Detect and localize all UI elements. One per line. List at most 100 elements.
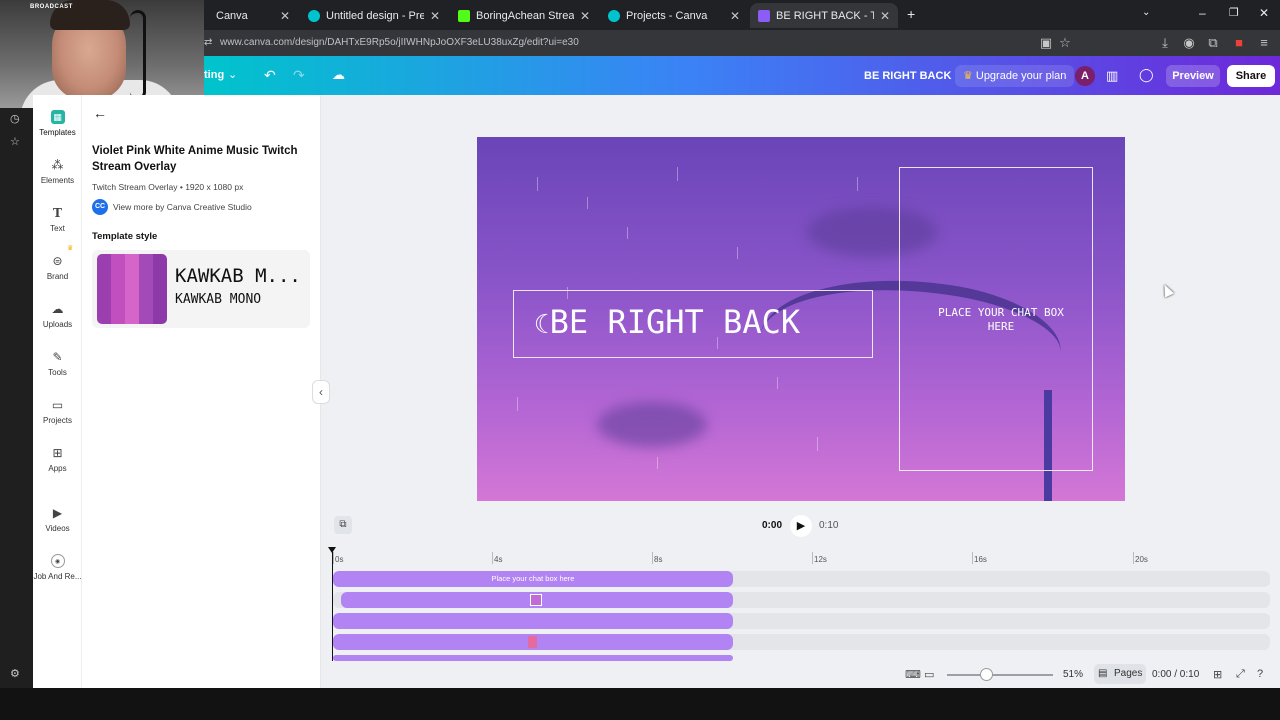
undo-icon[interactable]: ↶	[264, 67, 276, 84]
extensions-icon[interactable]: ⧉	[1205, 35, 1221, 51]
cloud-saved-icon[interactable]: ☁	[332, 67, 345, 83]
tab-projects[interactable]: Projects - Canva ✕	[600, 3, 748, 28]
nav-job-and-re[interactable]: ◉ Job And Re...	[33, 554, 82, 581]
nav-label: Apps	[48, 464, 67, 473]
extension-badge-icon[interactable]: ■	[1231, 35, 1247, 51]
minimize-icon[interactable]: –	[1199, 6, 1206, 20]
tab-untitled-design[interactable]: Untitled design - Presentation ✕	[300, 3, 448, 28]
tab-canva[interactable]: Canva ✕	[190, 3, 298, 28]
palette-stripe	[125, 254, 139, 324]
screen: Canva ✕ Untitled design - Presentation ✕…	[0, 0, 1280, 720]
settings-gear-icon[interactable]: ⚙	[10, 667, 20, 680]
headline-text[interactable]: ☾BE RIGHT BACK	[534, 303, 800, 341]
total-time: 0:10	[819, 520, 839, 531]
tick-label: 12s	[814, 555, 827, 564]
pages-icon: ▤	[1098, 668, 1108, 679]
insights-chart-icon[interactable]: ▥	[1106, 68, 1118, 84]
canva-icon	[608, 9, 620, 22]
nav-projects[interactable]: ▭ Projects	[33, 398, 82, 425]
apps-grid-icon: ⊞	[52, 446, 63, 460]
close-icon[interactable]: ✕	[580, 9, 590, 23]
collapse-panel-button[interactable]: ‹	[312, 380, 330, 404]
zoom-slider[interactable]	[947, 674, 1053, 676]
comment-icon[interactable]: ◯	[1139, 67, 1154, 83]
tick-line	[812, 552, 813, 564]
nav-uploads[interactable]: ☁ Uploads	[33, 302, 82, 329]
font-preview-main: KAWKAB M...	[175, 265, 301, 287]
chat-box-placeholder[interactable]: PLACE YOUR CHAT BOX HERE	[930, 306, 1072, 334]
tick-line	[652, 552, 653, 564]
fullscreen-icon[interactable]: ⤢	[1236, 668, 1245, 681]
tab-be-right-back[interactable]: BE RIGHT BACK - Twitch Stream ✕	[750, 3, 898, 28]
playhead-marker-icon[interactable]	[328, 547, 336, 553]
tab-search-icon[interactable]: ⌄	[1142, 7, 1150, 18]
bookmark-star-icon[interactable]: ☆	[1057, 35, 1073, 51]
favorites-star-icon[interactable]: ☆	[10, 135, 20, 148]
nav-label: Uploads	[42, 320, 73, 329]
tab-kick-stream[interactable]: BoringAchean Stream - Kick Da ✕	[450, 3, 598, 28]
design-title[interactable]: BE RIGHT BACK	[864, 70, 951, 82]
nav-text[interactable]: T Text	[33, 206, 82, 233]
rain-drop	[627, 227, 628, 239]
avatar[interactable]: A	[1075, 66, 1095, 86]
menu-icon[interactable]: ≡	[1256, 35, 1272, 51]
nav-videos[interactable]: ▶ Videos	[33, 506, 82, 533]
tab-label: Untitled design - Presentation	[326, 9, 424, 22]
play-icon: ▶	[796, 520, 806, 532]
restore-icon[interactable]: ❐	[1229, 6, 1239, 19]
nav-elements[interactable]: ⁂ Elements	[33, 158, 82, 185]
close-icon[interactable]: ✕	[730, 9, 740, 23]
close-icon[interactable]: ✕	[880, 9, 890, 23]
close-icon[interactable]: ✕	[280, 9, 290, 23]
palette-stripe	[111, 254, 125, 324]
window-close-icon[interactable]: ✕	[1259, 6, 1269, 20]
install-app-icon[interactable]: ▣	[1038, 35, 1054, 51]
share-button[interactable]: Share	[1227, 65, 1275, 87]
os-taskbar	[0, 688, 1280, 720]
palette-stripe	[97, 254, 111, 324]
chevron-down-icon[interactable]: ⌄	[228, 68, 237, 81]
templates-icon: ▦	[50, 110, 65, 124]
nav-templates[interactable]: ▦ Templates	[33, 110, 82, 137]
broadcast-logo: BROADCAST	[30, 4, 73, 10]
tick-label: 0s	[335, 555, 344, 564]
text-icon: T	[53, 206, 62, 220]
grid-view-icon[interactable]: ⊞	[1213, 668, 1222, 681]
palette-stripe	[139, 254, 153, 324]
nav-tools[interactable]: ✎ Tools	[33, 350, 82, 377]
close-icon[interactable]: ✕	[430, 9, 440, 23]
duration-toggle-icon[interactable]: ▭	[924, 668, 934, 681]
site-info-icon[interactable]: ⇄	[204, 37, 212, 48]
creator-link[interactable]: View more by Canva Creative Studio	[113, 202, 252, 212]
timeline-toggle-icon[interactable]: ⧉	[334, 516, 352, 534]
url-field[interactable]: www.canva.com/design/DAHTxE9Rp5o/jIIWHNp…	[220, 37, 579, 48]
history-icon[interactable]: ◷	[10, 112, 20, 125]
headset	[130, 10, 146, 100]
help-icon[interactable]: ?	[1257, 668, 1263, 680]
timeline-clip[interactable]	[333, 613, 733, 629]
pages-button[interactable]: ▤ Pages	[1094, 664, 1146, 684]
download-icon[interactable]: ⤓	[1157, 35, 1173, 51]
playhead[interactable]	[332, 549, 333, 661]
nav-label: Templates	[39, 128, 76, 137]
template-title: Violet Pink White Anime Music Twitch Str…	[92, 145, 298, 173]
preview-button[interactable]: Preview	[1166, 65, 1220, 87]
profile-icon[interactable]: ◉	[1181, 35, 1197, 51]
zoom-level[interactable]: 51%	[1063, 669, 1083, 680]
nav-label: Job And Re...	[33, 572, 82, 581]
crown-icon: ♛	[67, 245, 74, 252]
upgrade-button[interactable]: ♛ Upgrade your plan	[955, 65, 1075, 87]
rain-drop	[657, 457, 658, 469]
play-button[interactable]: ▶	[790, 515, 812, 537]
canva-header	[204, 56, 1280, 95]
notes-icon[interactable]: ⌨	[905, 668, 921, 681]
nav-apps[interactable]: ⊞ Apps	[33, 446, 82, 473]
tick-label: 8s	[654, 555, 663, 564]
new-tab-icon[interactable]: +	[907, 6, 915, 22]
nav-brand[interactable]: ⊜ Brand	[33, 254, 82, 281]
back-arrow-icon[interactable]: ←	[93, 105, 107, 121]
editing-menu-label[interactable]: ting	[204, 69, 224, 81]
redo-icon[interactable]: ↷	[293, 67, 305, 84]
tick-line	[972, 552, 973, 564]
tick-label: 20s	[1135, 555, 1148, 564]
